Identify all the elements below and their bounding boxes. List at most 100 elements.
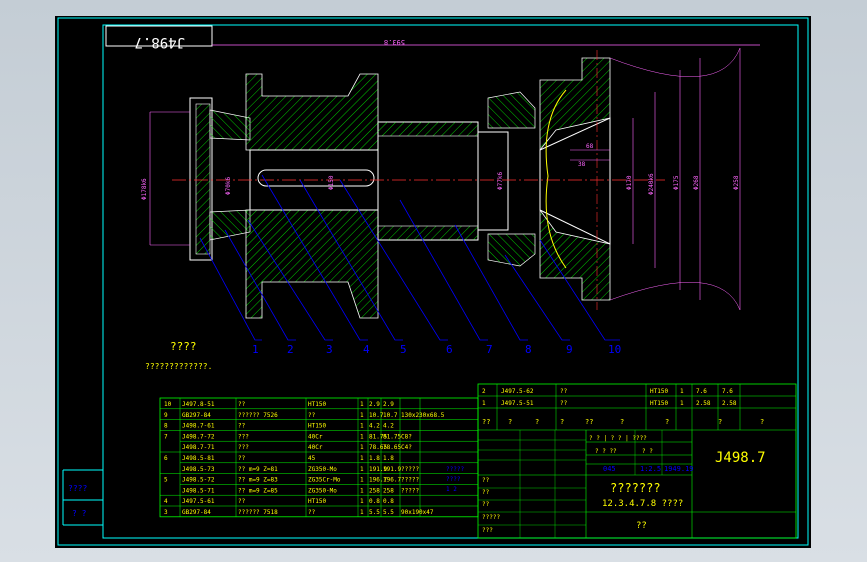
part-number: 9 [566,343,573,356]
title-block-cell: 7.6 [696,388,707,395]
bom-cell: 191.9 [383,466,401,473]
title-block-header: ? [560,418,564,426]
weight-label: ? ? [642,448,653,455]
bom-cell: 10.7 [383,412,398,419]
title-block-cell: 1 [680,400,684,407]
bom-cell: ZG35Cr-Mo [308,477,341,484]
bom-cell: 4.2 [369,423,380,430]
right-dim-label: Φ268 [693,175,700,190]
overall-dimension: 593.8 [384,38,405,46]
cad-viewport[interactable]: ???? ? ? J498.7 593.8 Φ178k6 Φ70k6 Φ150 … [0,0,867,562]
title-block-cell: HT150 [650,388,668,395]
bom-cell: 1 [360,498,364,505]
bom-cell: ?? [238,455,246,462]
sheet-background [55,16,811,548]
right-dim-label: Φ170 [626,175,633,190]
bom-cell: 90x190x47 [401,509,434,516]
bom-cell: J498.5-73 [182,466,215,473]
bom-blue-note: 1 2 [446,486,457,493]
title-block-cell: 1 [680,388,684,395]
bom-cell: 1.8 [383,455,394,462]
title-block-header: ? [620,418,624,426]
bom-cell: 1 [360,466,364,473]
bom-cell: 81.75 [383,433,401,440]
part-number: 8 [525,343,532,356]
bom-cell: 10.7 [369,412,384,419]
note-text: ?????????????. [145,362,212,371]
value-2: 1949.19 [664,465,694,473]
center-shaft-hatch-bottom [377,225,479,241]
bom-cell: 9 [164,412,168,419]
left-dim-label: Φ70k6 [225,177,232,195]
bom-cell: 5 [164,477,168,484]
title-block-header: ? [665,418,669,426]
bom-cell: ?? [238,401,246,408]
bom-cell: 1 [360,509,364,516]
center-dim-label: Φ77k6 [497,172,504,190]
bom-cell: 10 [164,401,172,408]
bom-cell: 8 [164,423,168,430]
title-block-cell: J497.5-62 [501,388,534,395]
right-dim-label: Φ258 [733,175,740,190]
bom-cell: 7 [164,433,168,440]
bom-cell: HT150 [308,423,326,430]
title-block-cell: ?? [560,400,568,407]
bom-cell: J498.7-61 [182,423,215,430]
bom-cell: 3 [164,509,168,516]
title-block-cell: 7.6 [722,388,733,395]
bom-blue-note: ???? [446,476,461,483]
part-number: 10 [608,343,621,356]
hub-dim-label: 38 [578,161,586,168]
cad-drawing[interactable]: ???? ? ? J498.7 593.8 Φ178k6 Φ70k6 Φ150 … [0,0,867,562]
bom-cell: ?? m=9 Z=83 [238,477,278,484]
bom-cell: 5.5 [369,509,380,516]
bom-cell: ?????? 7518 [238,509,278,516]
part-number: 1 [252,343,259,356]
bom-cell: GB297-84 [182,509,211,516]
bom-cell: 1 [360,433,364,440]
title-block-header: ? [760,418,764,426]
left-dim-label: Φ178k6 [141,178,148,200]
unit-subtitle: 12.3.4.7.8 ???? [602,499,683,509]
right-dim-label: Φ240k6 [648,173,655,195]
bom-cell: 0.8 [383,498,394,505]
bom-cell: 1 [360,412,364,419]
hub-dim-label: 68 [586,143,594,150]
value-0: 045 [603,465,616,473]
title-block-cell: 1 [482,400,486,407]
bom-cell: 4.2 [383,423,394,430]
bom-cell: C8? [401,433,412,440]
bom-cell: 0.8 [369,498,380,505]
bom-cell: 1 [360,444,364,451]
note-heading: ???? [170,340,197,353]
title-block-bottom: ?? [636,521,647,531]
bom-cell: ?? [308,412,316,419]
bom-cell: GB297-84 [182,412,211,419]
part-number: 6 [446,343,453,356]
bom-cell: ??? [238,433,249,440]
bom-cell: 4 [164,498,168,505]
part-number: 7 [486,343,493,356]
bom-cell: 78.65 [383,444,401,451]
bom-cell: ?? [238,423,246,430]
bom-cell: 1 [360,423,364,430]
title-block-cell: 2.58 [696,400,711,407]
bom-cell: ZG350-Mo [308,487,337,494]
bom-cell: J498.5-71 [182,487,215,494]
title-block-header: ? [508,418,512,426]
part-number: 4 [363,343,370,356]
value-1: 1:2.5 [640,465,661,473]
right-dim-label: Φ175 [673,175,680,190]
bom-cell: J498.7-72 [182,433,215,440]
bom-cell: 40Cr [308,433,323,440]
title-block-cell: 2 [482,388,486,395]
bom-cell: ?? [308,509,316,516]
bom-cell: ?? [238,498,246,505]
bom-cell: ?? m=9 Z=85 [238,487,278,494]
bom-cell: 5.5 [383,509,394,516]
bom-cell: ????? [401,466,419,473]
title-block-cell: 2.58 [722,400,737,407]
bom-cell: 196.7 [383,477,401,484]
bom-cell: ??? [238,444,249,451]
bom-cell: ????? [401,477,419,484]
